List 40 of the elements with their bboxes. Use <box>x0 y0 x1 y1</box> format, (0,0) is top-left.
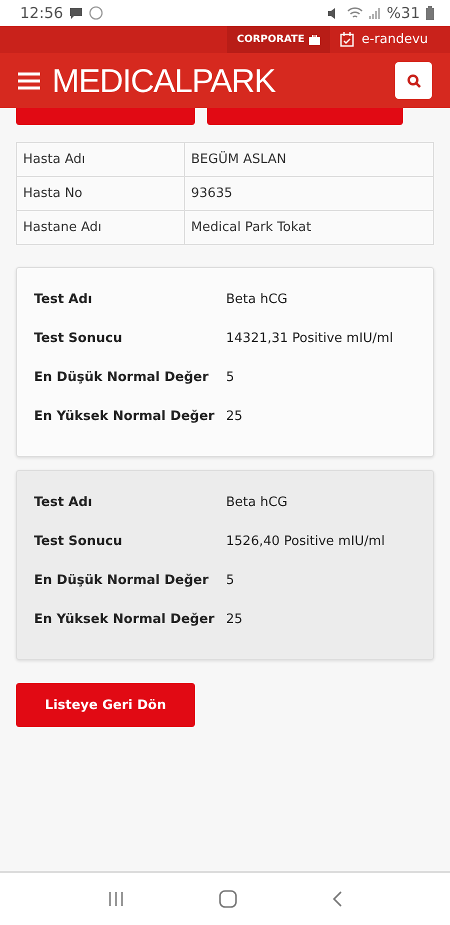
back-icon[interactable] <box>332 891 342 907</box>
menu-icon[interactable] <box>18 72 40 90</box>
field-value: Beta hCG <box>226 292 289 306</box>
calendar-icon <box>340 32 354 47</box>
clock: 12:56 <box>20 4 64 22</box>
home-icon[interactable] <box>218 890 237 908</box>
appointment-link[interactable]: e-randevu <box>330 26 450 53</box>
table-cell: 93635 <box>184 177 433 210</box>
field-value: 25 <box>226 408 244 424</box>
field-label: En Düşük Normal Değer <box>34 572 210 588</box>
signal-icon <box>368 6 381 20</box>
back-button[interactable]: Listeye Geri Dön <box>16 683 195 727</box>
recent-apps-icon[interactable] <box>108 891 124 907</box>
field-label: Test Sonucu <box>34 330 124 346</box>
clock-icon <box>89 6 104 20</box>
table-cell: BEGÜM ASLAN <box>184 143 433 176</box>
field-label: En Düşük Normal Değer <box>34 370 210 384</box>
table-cell-text: Hastane Adı <box>22 219 102 237</box>
field-value: 5 <box>226 370 236 384</box>
search-button[interactable] <box>395 62 432 99</box>
corporate-link[interactable]: CORPORATE <box>226 26 330 53</box>
field-value: 5 <box>226 572 236 588</box>
wifi-icon <box>346 6 363 20</box>
field-value: Beta hCG <box>226 494 289 510</box>
field-value: 14321,31 Positive mIU/ml <box>226 330 394 346</box>
field-value: 25 <box>226 612 244 626</box>
search-icon <box>406 74 420 88</box>
battery-icon <box>426 6 434 20</box>
message-icon <box>69 6 84 20</box>
battery-level: %31 <box>386 4 420 22</box>
field-label: Test Adı <box>34 292 94 306</box>
field-label: En Yüksek Normal Değer <box>34 612 216 626</box>
field-label: En Yüksek Normal Değer <box>34 408 216 424</box>
table-cell-text: Hasta Adı <box>22 151 86 169</box>
field-label: Test Sonucu <box>34 534 124 548</box>
field-value: 1526,40 Positive mIU/ml <box>226 534 386 548</box>
briefcase-icon <box>308 34 320 44</box>
table-cell-text: Hasta No <box>22 185 84 203</box>
table-cell: Medical Park Tokat <box>184 211 433 244</box>
field-label: Test Adı <box>34 494 94 510</box>
